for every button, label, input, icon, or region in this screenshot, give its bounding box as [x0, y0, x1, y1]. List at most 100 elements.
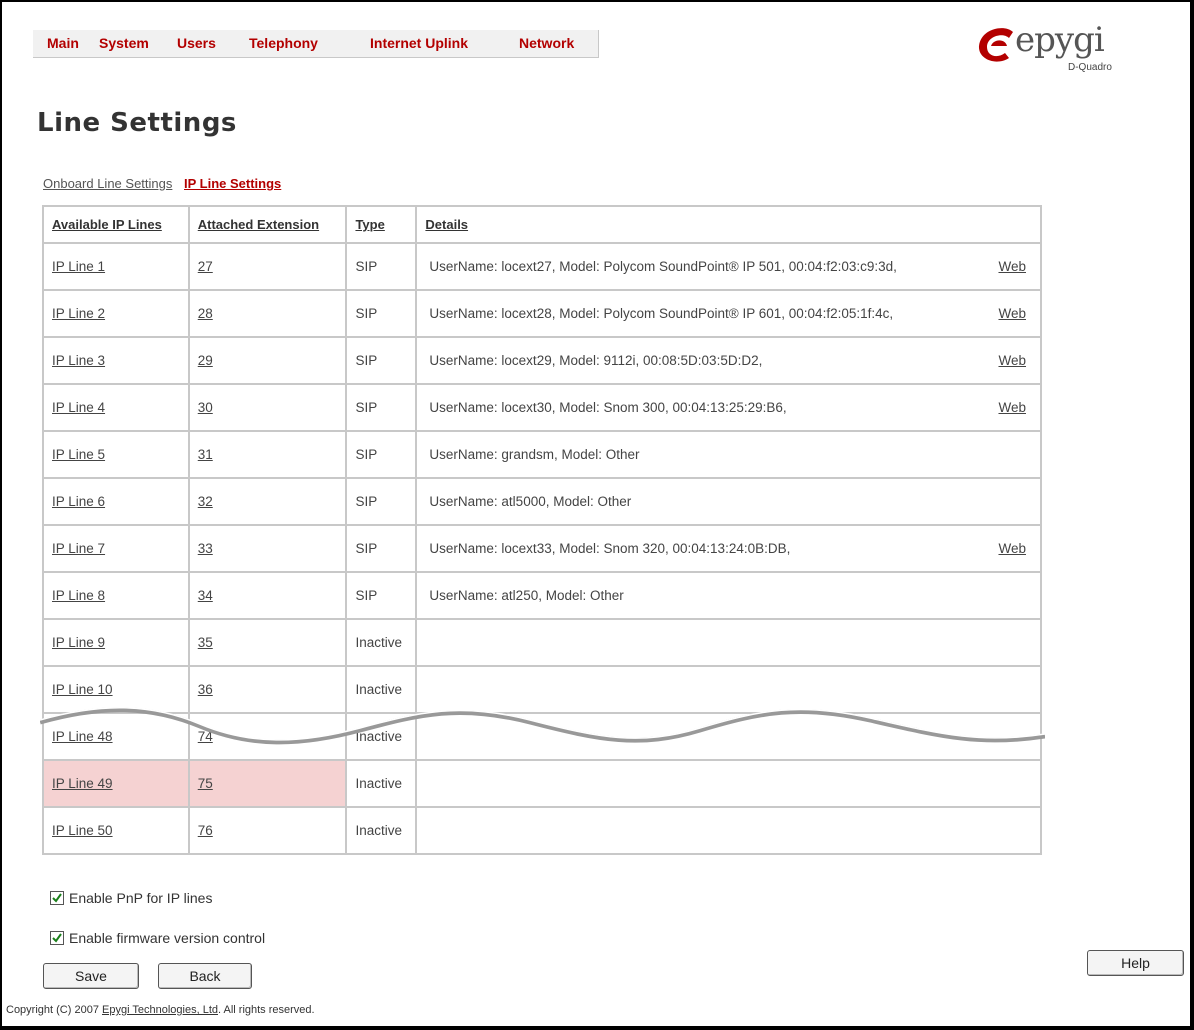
tab-onboard-line-settings[interactable]: Onboard Line Settings: [43, 176, 172, 191]
footer-rights: . All rights reserved.: [218, 1004, 315, 1016]
cell-line: IP Line 1: [42, 242, 190, 291]
cell-extension: 28: [187, 289, 348, 338]
nav-telephony[interactable]: Telephony: [249, 35, 318, 51]
cell-details: UserName: grandsm, Model: Other: [415, 430, 1042, 479]
cell-type: SIP: [345, 289, 418, 338]
ip-line-link[interactable]: IP Line 2: [52, 306, 105, 321]
firmware-option[interactable]: Enable firmware version control: [50, 930, 265, 946]
tab-ip-line-settings[interactable]: IP Line Settings: [184, 176, 281, 191]
nav-system[interactable]: System: [99, 35, 149, 51]
cell-extension: 30: [187, 383, 348, 432]
cell-line: IP Line 48: [42, 712, 190, 761]
web-link[interactable]: Web: [998, 259, 1026, 274]
cell-details: [415, 759, 1042, 808]
cell-details: UserName: locext33, Model: Snom 320, 00:…: [415, 524, 1042, 573]
web-link[interactable]: Web: [998, 306, 1026, 321]
extension-link[interactable]: 34: [198, 588, 213, 603]
details-text: UserName: locext30, Model: Snom 300, 00:…: [429, 400, 787, 415]
firmware-label: Enable firmware version control: [69, 930, 266, 946]
details-text: UserName: grandsm, Model: Other: [429, 447, 640, 462]
nav-users[interactable]: Users: [177, 35, 216, 51]
pnp-label: Enable PnP for IP lines: [69, 890, 213, 906]
extension-link[interactable]: 36: [198, 682, 213, 697]
cell-details: UserName: locext29, Model: 9112i, 00:08:…: [415, 336, 1042, 385]
header-type[interactable]: Type: [345, 205, 418, 244]
firmware-checkbox[interactable]: [50, 931, 64, 945]
cell-line: IP Line 7: [42, 524, 190, 573]
logo-text: epygi: [1015, 20, 1105, 60]
cell-type: Inactive: [345, 618, 418, 667]
cell-extension: 74: [187, 712, 348, 761]
extension-link[interactable]: 27: [198, 259, 213, 274]
details-text: UserName: locext28, Model: Polycom Sound…: [429, 306, 894, 321]
extension-link[interactable]: 30: [198, 400, 213, 415]
extension-link[interactable]: 74: [198, 729, 213, 744]
extension-link[interactable]: 32: [198, 494, 213, 509]
cell-details: [415, 712, 1042, 761]
cell-type: SIP: [345, 430, 418, 479]
table-row: IP Line 5 31 SIP UserName: grandsm, Model: …: [42, 430, 1042, 479]
details-text: UserName: locext27, Model: Polycom Sound…: [429, 259, 897, 274]
cell-details: [415, 618, 1042, 667]
cell-line: IP Line 10: [42, 665, 190, 714]
nav-network[interactable]: Network: [519, 35, 574, 51]
extension-link[interactable]: 75: [198, 776, 213, 791]
table-header-row: Available IP Lines Attached Extension Ty…: [42, 205, 1042, 244]
ip-line-link[interactable]: IP Line 7: [52, 541, 105, 556]
ip-line-link[interactable]: IP Line 8: [52, 588, 105, 603]
ip-line-link[interactable]: IP Line 49: [52, 776, 113, 791]
ip-line-link[interactable]: IP Line 48: [52, 729, 113, 744]
extension-link[interactable]: 33: [198, 541, 213, 556]
cell-extension: 32: [187, 477, 348, 526]
extension-link[interactable]: 31: [198, 447, 213, 462]
ip-line-link[interactable]: IP Line 5: [52, 447, 105, 462]
ip-line-link[interactable]: IP Line 50: [52, 823, 113, 838]
cell-type: SIP: [345, 477, 418, 526]
save-button[interactable]: Save: [43, 963, 139, 989]
ip-line-link[interactable]: IP Line 10: [52, 682, 113, 697]
cell-extension: 76: [187, 806, 348, 855]
header-available-ip-lines[interactable]: Available IP Lines: [42, 205, 190, 244]
cell-details: UserName: atl250, Model: Other: [415, 571, 1042, 620]
cell-extension: 35: [187, 618, 348, 667]
cell-type: Inactive: [345, 712, 418, 761]
extension-link[interactable]: 35: [198, 635, 213, 650]
logo-swoosh-icon: [978, 28, 1013, 62]
nav-main[interactable]: Main: [47, 35, 79, 51]
cell-line: IP Line 50: [42, 806, 190, 855]
nav-internet-uplink[interactable]: Internet Uplink: [370, 35, 468, 51]
header-attached-extension[interactable]: Attached Extension: [187, 205, 348, 244]
pnp-checkbox[interactable]: [50, 891, 64, 905]
footer-company-link[interactable]: Epygi Technologies, Ltd: [102, 1004, 218, 1016]
footer: Copyright (C) 2007 Epygi Technologies, L…: [6, 1004, 315, 1016]
web-link[interactable]: Web: [998, 400, 1026, 415]
ip-line-link[interactable]: IP Line 4: [52, 400, 105, 415]
back-button[interactable]: Back: [158, 963, 252, 989]
table-row: IP Line 48 74 Inactive: [42, 712, 1042, 761]
table-row: IP Line 7 33 SIP UserName: locext33, Model:…: [42, 524, 1042, 573]
ip-line-link[interactable]: IP Line 9: [52, 635, 105, 650]
header-details[interactable]: Details: [415, 205, 1042, 244]
web-link[interactable]: Web: [998, 353, 1026, 368]
pnp-option[interactable]: Enable PnP for IP lines: [50, 890, 212, 906]
cell-details: UserName: atl5000, Model: Other: [415, 477, 1042, 526]
extension-link[interactable]: 28: [198, 306, 213, 321]
extension-link[interactable]: 29: [198, 353, 213, 368]
ip-line-link[interactable]: IP Line 1: [52, 259, 105, 274]
cell-line: IP Line 2: [42, 289, 190, 338]
details-text: UserName: atl5000, Model: Other: [429, 494, 632, 509]
web-link[interactable]: Web: [998, 541, 1026, 556]
ip-line-link[interactable]: IP Line 6: [52, 494, 105, 509]
cell-extension: 29: [187, 336, 348, 385]
extension-link[interactable]: 76: [198, 823, 213, 838]
table-row: IP Line 10 36 Inactive: [42, 665, 1042, 714]
cell-extension: 34: [187, 571, 348, 620]
cell-extension: 27: [187, 242, 348, 291]
help-button[interactable]: Help: [1087, 950, 1184, 976]
ip-line-link[interactable]: IP Line 3: [52, 353, 105, 368]
cell-type: SIP: [345, 242, 418, 291]
table-row: IP Line 1 27 SIP UserName: locext27, Model:…: [42, 242, 1042, 291]
cell-details: [415, 665, 1042, 714]
cell-details: UserName: locext28, Model: Polycom Sound…: [415, 289, 1042, 338]
cell-type: Inactive: [345, 806, 418, 855]
